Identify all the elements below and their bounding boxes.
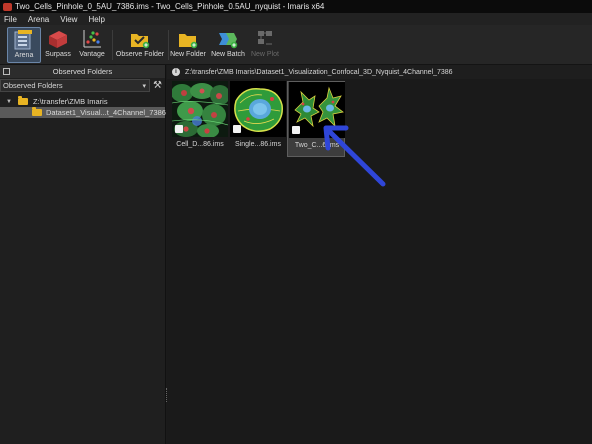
pointer-arrow-annotation (323, 125, 386, 187)
arrow-shaft (327, 129, 386, 187)
